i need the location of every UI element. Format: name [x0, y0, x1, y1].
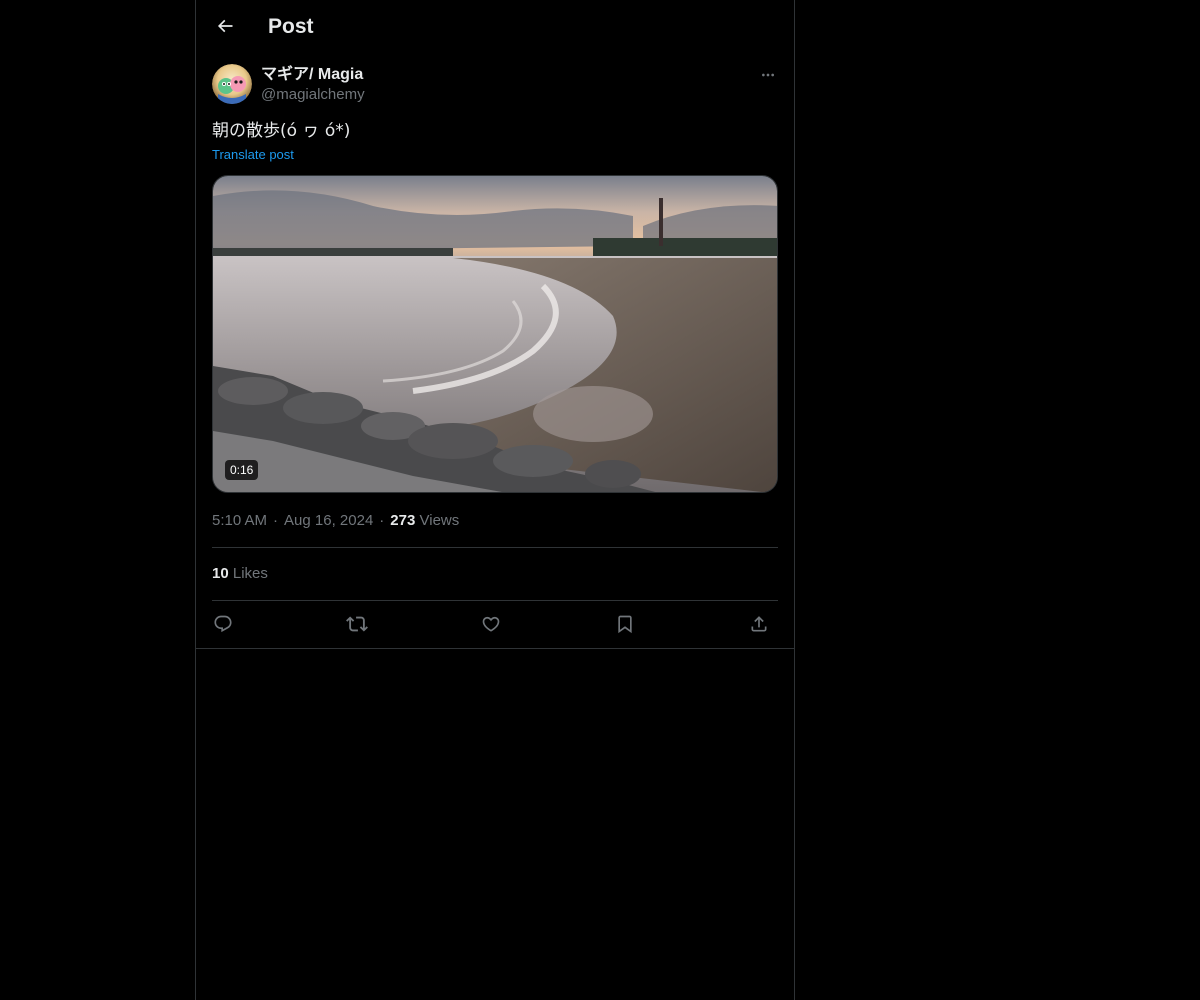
- back-button[interactable]: [208, 9, 242, 43]
- video-duration: 0:16: [225, 460, 259, 480]
- meta-separator: ·: [379, 512, 385, 529]
- share-icon: [751, 616, 767, 632]
- translate-post-link[interactable]: Translate post: [212, 146, 294, 164]
- like-button[interactable]: [475, 608, 507, 640]
- divider: [212, 547, 778, 548]
- post-bottom-border: [196, 648, 794, 649]
- post-video[interactable]: 0:16: [212, 175, 778, 493]
- share-button[interactable]: [743, 608, 775, 640]
- post-meta: 5:10 AM · Aug 16, 2024 · 273 Views: [212, 511, 459, 531]
- video-thumbnail: [213, 176, 777, 492]
- post-text: 朝の散歩(ó ヮ ó*): [212, 121, 351, 141]
- post-header: Post: [196, 0, 794, 53]
- avatar-image: [212, 64, 252, 104]
- bookmark-button[interactable]: [609, 608, 641, 640]
- author-display-name[interactable]: マギア/ Magia: [261, 64, 363, 86]
- views-label: Views: [419, 512, 460, 529]
- post-detail-column: Post マギア/ Magia @magialchemy 朝の散歩(ó ヮ ó*…: [195, 0, 795, 1000]
- more-options-button[interactable]: [756, 63, 780, 87]
- bookmark-icon: [618, 615, 632, 634]
- likes-count: 10: [212, 565, 229, 582]
- likes-summary[interactable]: 10 Likes: [212, 564, 268, 584]
- repost-icon: [346, 616, 368, 632]
- repost-button[interactable]: [341, 608, 373, 640]
- divider: [212, 600, 778, 601]
- arrow-left-icon: [217, 19, 233, 33]
- author-handle[interactable]: @magialchemy: [261, 85, 365, 105]
- views-count: 273: [390, 512, 416, 529]
- post-actions-bar: [212, 608, 778, 640]
- likes-label: Likes: [232, 565, 268, 582]
- page-title: Post: [268, 15, 314, 38]
- reply-button[interactable]: [207, 608, 239, 640]
- more-horizontal-icon: [762, 73, 774, 77]
- heart-icon: [482, 616, 500, 632]
- post-date[interactable]: Aug 16, 2024: [284, 512, 373, 529]
- meta-separator: ·: [273, 512, 279, 529]
- author-avatar[interactable]: [212, 64, 252, 104]
- reply-icon: [214, 615, 232, 633]
- post-time[interactable]: 5:10 AM: [212, 512, 267, 529]
